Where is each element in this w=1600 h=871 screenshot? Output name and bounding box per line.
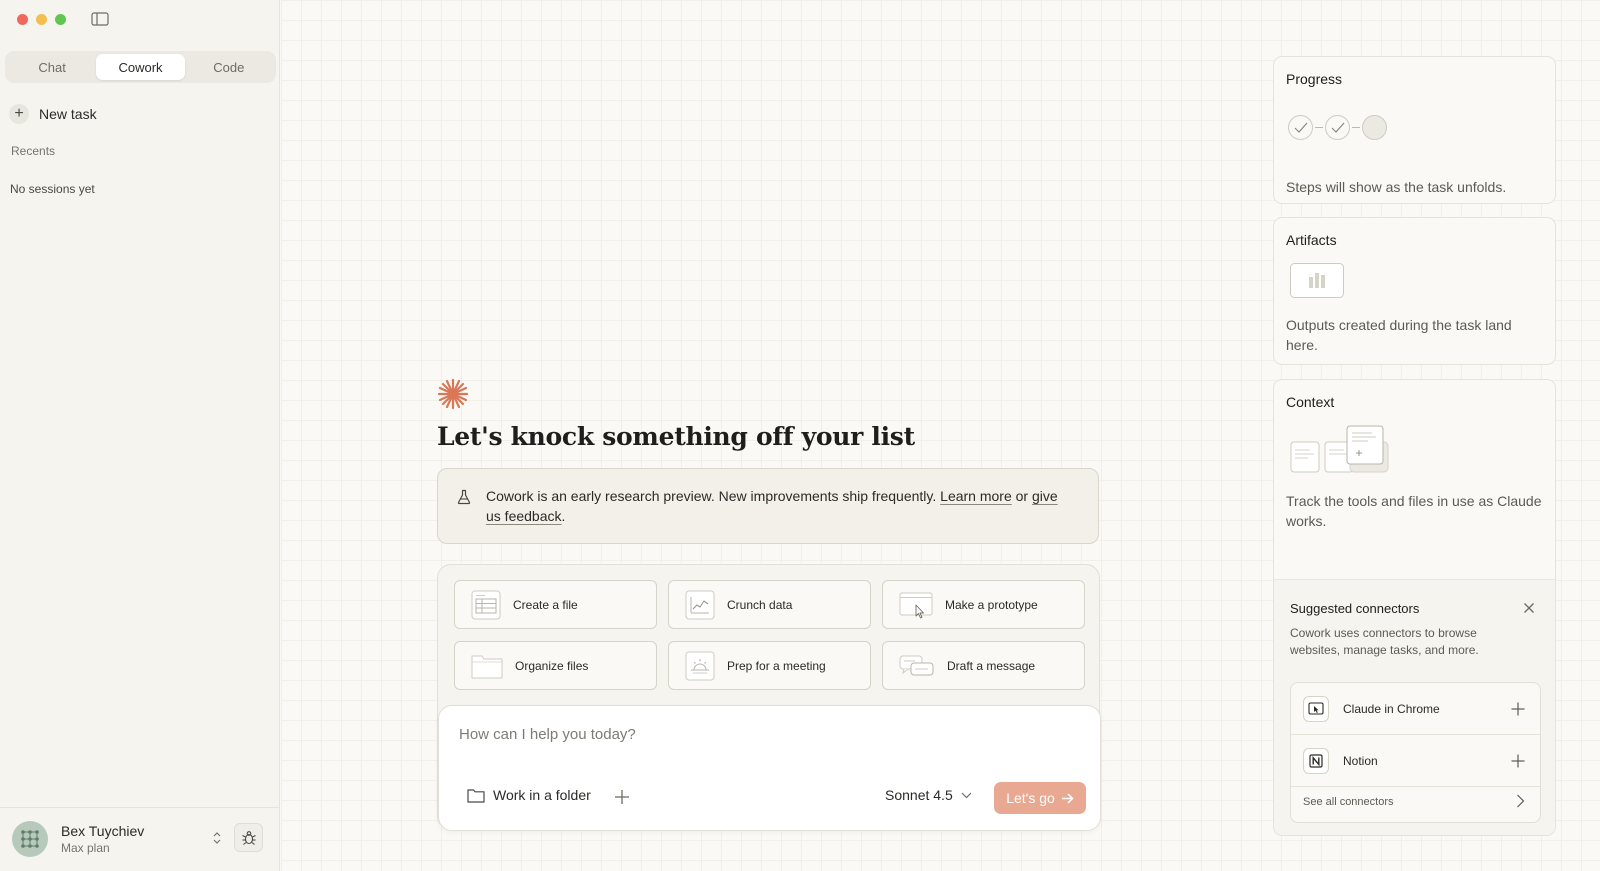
quick-action-label: Draft a message bbox=[947, 658, 1036, 673]
add-connector-icon[interactable] bbox=[1511, 702, 1525, 716]
new-task-label: New task bbox=[39, 106, 97, 122]
claude-spark-icon bbox=[437, 378, 469, 410]
bar-chart-card-icon bbox=[1290, 263, 1344, 298]
window-controls bbox=[17, 14, 66, 25]
add-connector-icon[interactable] bbox=[1511, 754, 1525, 768]
minimize-window-button[interactable] bbox=[36, 14, 47, 25]
see-all-connectors-link[interactable]: See all connectors bbox=[1303, 796, 1394, 808]
quick-action-label: Organize files bbox=[515, 658, 589, 673]
tab-chat[interactable]: Chat bbox=[8, 54, 96, 80]
notion-icon bbox=[1303, 747, 1329, 774]
step-complete bbox=[1325, 115, 1350, 140]
quick-action-prep-meeting[interactable]: Prep for a meeting bbox=[668, 641, 871, 690]
submit-label: Let's go bbox=[1006, 790, 1055, 806]
arrow-right-icon bbox=[1061, 792, 1074, 804]
chevron-up-down-icon bbox=[213, 832, 221, 844]
browser-cursor-icon bbox=[899, 592, 933, 618]
new-task-button[interactable]: + New task bbox=[9, 104, 97, 124]
user-name: Bex Tuychiev bbox=[61, 823, 145, 839]
learn-more-link[interactable]: Learn more bbox=[940, 488, 1012, 504]
sidebar: Chat Cowork Code + New task Recents No s… bbox=[0, 0, 280, 871]
step-pending bbox=[1362, 115, 1387, 140]
empty-sessions-text: No sessions yet bbox=[10, 182, 95, 196]
connectors-description: Cowork uses connectors to browse website… bbox=[1290, 626, 1479, 657]
notice-text-middle: or bbox=[1011, 488, 1032, 504]
page-title: Let's knock something off your list bbox=[437, 422, 915, 451]
context-description: Track the tools and files in use as Clau… bbox=[1286, 493, 1542, 529]
add-attachment-icon[interactable] bbox=[614, 789, 630, 805]
connector-list: Claude in Chrome Notion See all connecto… bbox=[1290, 682, 1541, 823]
avatar bbox=[12, 821, 48, 857]
step-complete bbox=[1288, 115, 1313, 140]
quick-action-label: Prep for a meeting bbox=[727, 658, 826, 673]
quick-action-label: Create a file bbox=[513, 597, 578, 612]
chrome-cursor-icon bbox=[1303, 695, 1329, 722]
artifacts-panel: Artifacts Outputs created during the tas… bbox=[1273, 217, 1556, 365]
connector-name: Claude in Chrome bbox=[1343, 701, 1440, 716]
quick-action-draft-message[interactable]: Draft a message bbox=[882, 641, 1085, 690]
tab-code[interactable]: Code bbox=[185, 54, 273, 80]
close-window-button[interactable] bbox=[17, 14, 28, 25]
flask-icon bbox=[457, 489, 471, 505]
chevron-right-icon bbox=[1517, 794, 1525, 808]
artifacts-description: Outputs created during the task land her… bbox=[1286, 317, 1512, 353]
notice-text-before: Cowork is an early research preview. New… bbox=[486, 488, 941, 504]
progress-description: Steps will show as the task unfolds. bbox=[1286, 179, 1507, 195]
plus-icon: + bbox=[9, 104, 29, 124]
step-connector bbox=[1315, 127, 1323, 128]
model-name: Sonnet 4.5 bbox=[885, 787, 953, 803]
progress-steps bbox=[1288, 115, 1387, 140]
connectors-title: Suggested connectors bbox=[1290, 601, 1420, 616]
notice-text-after: . bbox=[561, 508, 566, 524]
prompt-input[interactable] bbox=[459, 726, 1079, 743]
research-preview-notice: Cowork is an early research preview. New… bbox=[437, 468, 1099, 544]
context-title: Context bbox=[1286, 394, 1335, 410]
user-plan: Max plan bbox=[61, 841, 110, 855]
sunrise-icon bbox=[685, 651, 715, 680]
quick-action-create-file[interactable]: Create a file bbox=[454, 580, 657, 629]
progress-panel: Progress Steps will show as the task unf… bbox=[1273, 56, 1556, 204]
chevron-down-icon bbox=[961, 792, 972, 798]
step-connector bbox=[1352, 127, 1360, 128]
suggested-connectors: Suggested connectors Cowork uses connect… bbox=[1274, 579, 1555, 835]
chat-bubbles-icon bbox=[899, 655, 934, 675]
quick-action-organize-files[interactable]: Organize files bbox=[454, 641, 657, 690]
connector-name: Notion bbox=[1343, 753, 1378, 768]
work-in-folder-label: Work in a folder bbox=[493, 787, 591, 803]
folder-icon bbox=[467, 788, 485, 803]
spreadsheet-icon bbox=[471, 590, 501, 619]
documents-stack-icon bbox=[1290, 425, 1389, 473]
progress-title: Progress bbox=[1286, 71, 1343, 87]
folder-icon bbox=[471, 655, 503, 678]
maximize-window-button[interactable] bbox=[55, 14, 66, 25]
recents-heading: Recents bbox=[11, 144, 56, 158]
sidebar-toggle-icon[interactable] bbox=[91, 12, 109, 26]
connector-claude-in-chrome[interactable]: Claude in Chrome bbox=[1291, 683, 1540, 735]
quick-action-label: Make a prototype bbox=[945, 597, 1038, 612]
quick-actions-grid: Create a file Crunch data Make a prototy… bbox=[454, 580, 1085, 690]
quick-action-make-prototype[interactable]: Make a prototype bbox=[882, 580, 1085, 629]
quick-action-label: Crunch data bbox=[727, 597, 793, 612]
work-in-folder-button[interactable]: Work in a folder bbox=[467, 787, 591, 803]
bug-icon bbox=[241, 830, 256, 845]
composer: Work in a folder Sonnet 4.5 Let's go bbox=[438, 705, 1101, 831]
mode-tabs: Chat Cowork Code bbox=[5, 51, 276, 83]
connector-notion[interactable]: Notion bbox=[1291, 735, 1540, 787]
quick-action-crunch-data[interactable]: Crunch data bbox=[668, 580, 871, 629]
bug-report-button[interactable] bbox=[234, 823, 263, 852]
checkmark-icon bbox=[1331, 122, 1344, 133]
notice-text: Cowork is an early research preview. New… bbox=[486, 486, 1076, 526]
checkmark-icon bbox=[1294, 122, 1307, 133]
chart-icon bbox=[685, 590, 715, 619]
artifacts-title: Artifacts bbox=[1286, 232, 1337, 248]
task-starter-card: Create a file Crunch data Make a prototy… bbox=[437, 564, 1101, 831]
submit-button[interactable]: Let's go bbox=[994, 782, 1086, 814]
grid-pattern-icon bbox=[21, 830, 39, 848]
tab-cowork[interactable]: Cowork bbox=[96, 54, 185, 80]
context-panel: Context Track the tools and files in use… bbox=[1273, 379, 1556, 836]
model-selector[interactable]: Sonnet 4.5 bbox=[885, 787, 972, 803]
close-icon[interactable] bbox=[1523, 602, 1535, 614]
